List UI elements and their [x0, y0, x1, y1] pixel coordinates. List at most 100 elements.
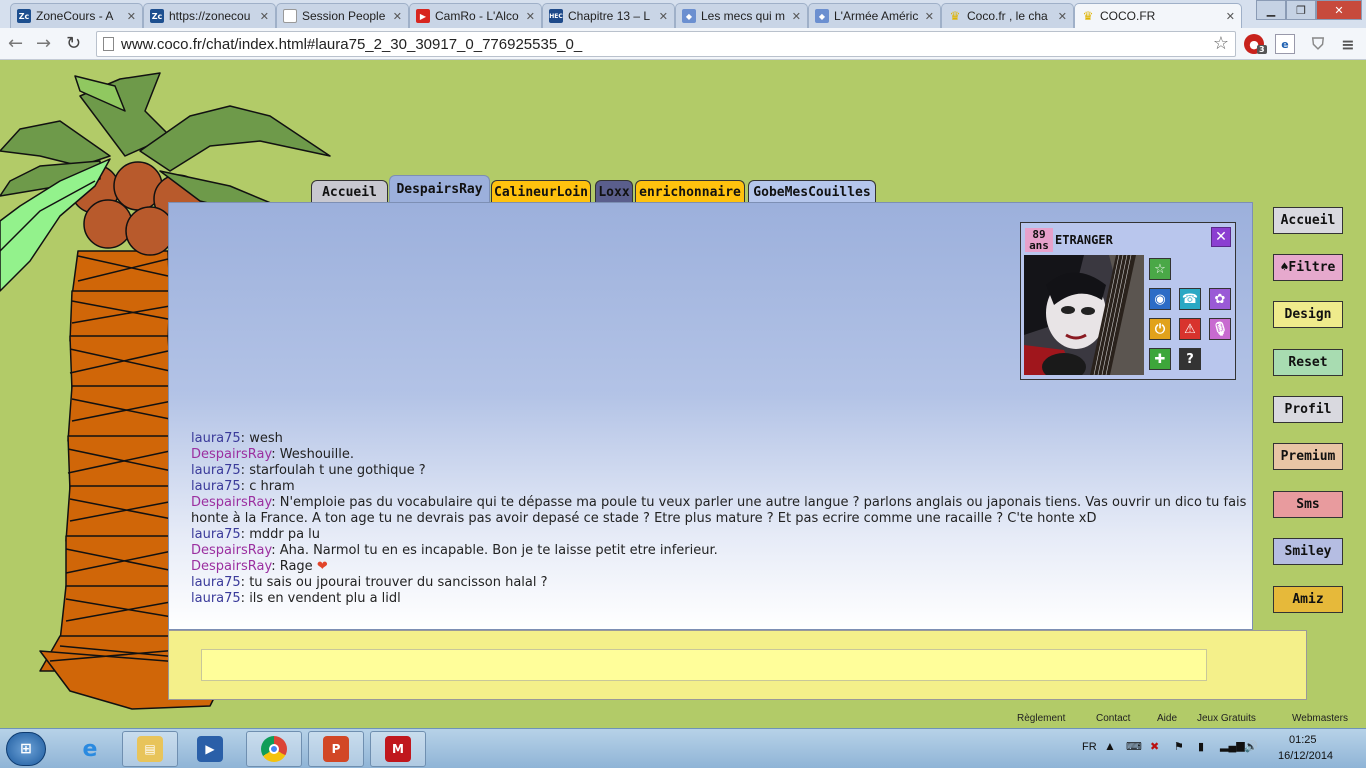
shield-extension-icon[interactable]: ⛉ — [1308, 34, 1328, 54]
profile-photo[interactable] — [1024, 255, 1144, 375]
star-icon[interactable]: ☆ — [1149, 258, 1171, 280]
start-button[interactable]: ⊞ — [6, 732, 46, 766]
sidebar-button-profil[interactable]: Profil — [1273, 396, 1343, 423]
browser-tab-active[interactable]: ♛ COCO.FR ✕ — [1074, 3, 1242, 28]
taskbar-chrome[interactable] — [246, 731, 302, 767]
url-text[interactable]: www.coco.fr/chat/index.html#laura75_2_30… — [121, 36, 582, 53]
browser-tab-title: COCO.FR — [1100, 9, 1156, 23]
message-input[interactable] — [201, 649, 1207, 681]
message-text: Aha. Narmol tu en es incapable. Bon je t… — [279, 543, 718, 558]
question-icon[interactable]: ? — [1179, 348, 1201, 370]
message-nick[interactable]: DespairsRay — [191, 447, 271, 462]
phone-icon[interactable]: ☎ — [1179, 288, 1201, 310]
close-tab-icon[interactable]: ✕ — [1058, 10, 1067, 23]
close-window-icon[interactable]: ✕ — [1316, 0, 1362, 20]
clock-date[interactable]: 16/12/2014 — [1278, 750, 1333, 762]
close-tab-icon[interactable]: ✕ — [260, 10, 269, 23]
footer-link-reglement[interactable]: Règlement — [1017, 713, 1065, 724]
message-nick[interactable]: DespairsRay — [191, 559, 271, 574]
tray-arrow-icon[interactable]: ▲ — [1104, 739, 1116, 753]
message-nick[interactable]: laura75 — [191, 479, 241, 494]
power-icon[interactable]: ⏻ — [1149, 318, 1171, 340]
footer-link-contact[interactable]: Contact — [1096, 713, 1130, 724]
footer-link-aide[interactable]: Aide — [1157, 713, 1177, 724]
close-tab-icon[interactable]: ✕ — [1226, 10, 1235, 23]
close-profile-icon[interactable]: ✕ — [1211, 227, 1231, 247]
browser-tab[interactable]: Session People ✕ — [276, 3, 409, 28]
sidebar-button-design[interactable]: Design — [1273, 301, 1343, 328]
taskbar-ie[interactable]: e — [62, 731, 118, 767]
sidebar-button-amiz[interactable]: Amiz — [1273, 586, 1343, 613]
browser-tab[interactable]: ◆ Les mecs qui m ✕ — [675, 3, 808, 28]
browser-tab[interactable]: Zc ZoneCours - A ✕ — [10, 3, 143, 28]
plus-icon[interactable]: ✚ — [1149, 348, 1171, 370]
browser-tab[interactable]: HEC Chapitre 13 – L ✕ — [542, 3, 675, 28]
volume-icon[interactable]: 🔊 — [1244, 740, 1258, 753]
message-nick[interactable]: laura75 — [191, 575, 241, 590]
translate-extension-icon[interactable]: e — [1275, 34, 1295, 54]
browser-tab-title: Coco.fr , le cha — [967, 9, 1048, 23]
minimize-icon[interactable]: ▁ — [1256, 0, 1286, 20]
maximize-icon[interactable]: ❐ — [1286, 0, 1316, 20]
chat-tab-gobemescouilles[interactable]: GobeMesCouilles — [748, 180, 876, 203]
sidebar-button-accueil[interactable]: Accueil — [1273, 207, 1343, 234]
webcam-icon[interactable]: ◉ — [1149, 288, 1171, 310]
sidebar-button-filtre[interactable]: ♠Filtre — [1273, 254, 1343, 281]
signal-icon[interactable]: ▂▄▆ — [1220, 739, 1245, 752]
close-tab-icon[interactable]: ✕ — [127, 10, 136, 23]
message-text: Weshouille. — [279, 447, 354, 462]
chat-message: DespairsRay: N'emploie pas du vocabulair… — [191, 495, 1247, 526]
message-nick[interactable]: laura75 — [191, 527, 241, 542]
taskbar-explorer[interactable]: ▤ — [122, 731, 178, 767]
message-nick[interactable]: DespairsRay — [191, 543, 271, 558]
warning-icon[interactable]: ⚠ — [1179, 318, 1201, 340]
sidebar-button-reset[interactable]: Reset — [1273, 349, 1343, 376]
sidebar-button-smiley[interactable]: Smiley — [1273, 538, 1343, 565]
chat-tab-accueil[interactable]: Accueil — [311, 180, 388, 203]
chat-tab-loxx[interactable]: Loxx — [595, 180, 633, 203]
bookmark-star-icon[interactable]: ☆ — [1213, 33, 1229, 54]
reload-icon[interactable]: ↻ — [66, 33, 81, 54]
browser-tab-title: https://zonecou — [169, 9, 251, 23]
footer-link-jeux[interactable]: Jeux Gratuits — [1197, 713, 1256, 724]
battery-icon[interactable]: ▮ — [1198, 740, 1204, 753]
action-center-icon[interactable]: ⚑ — [1174, 740, 1184, 753]
message-nick[interactable]: laura75 — [191, 463, 241, 478]
browser-tab[interactable]: ♛ Coco.fr , le cha ✕ — [941, 3, 1074, 28]
address-bar[interactable]: www.coco.fr/chat/index.html#laura75_2_30… — [96, 31, 1236, 57]
chat-tab-despairsray[interactable]: DespairsRay — [389, 175, 490, 203]
browser-tab[interactable]: ◆ L'Armée Améric ✕ — [808, 3, 941, 28]
message-input-zone — [168, 630, 1307, 700]
clock-time[interactable]: 01:25 — [1289, 734, 1317, 746]
forward-arrow-icon[interactable]: → — [36, 33, 51, 54]
taskbar-powerpoint[interactable]: P — [308, 731, 364, 767]
taskbar-mcafee[interactable]: M — [370, 731, 426, 767]
keyboard-icon[interactable]: ⌨ — [1126, 740, 1142, 753]
close-tab-icon[interactable]: ✕ — [925, 10, 934, 23]
message-text: Rage — [279, 559, 313, 574]
back-arrow-icon[interactable]: ← — [8, 33, 23, 54]
menu-icon[interactable]: ≡ — [1338, 34, 1358, 54]
message-nick[interactable]: laura75 — [191, 591, 241, 606]
browser-tab[interactable]: Zc https://zonecou ✕ — [143, 3, 276, 28]
flower-icon[interactable]: ✿ — [1209, 288, 1231, 310]
network-warning-icon[interactable]: ✖ — [1150, 740, 1159, 753]
powerpoint-icon: P — [323, 736, 349, 762]
sidebar-button-premium[interactable]: Premium — [1273, 443, 1343, 470]
sidebar-button-sms[interactable]: Sms — [1273, 491, 1343, 518]
taskbar-media[interactable]: ▶ — [182, 731, 238, 767]
close-tab-icon[interactable]: ✕ — [393, 10, 402, 23]
chat-tab-calineurloin[interactable]: CalineurLoin — [491, 180, 591, 203]
chat-tab-enrichonnaire[interactable]: enrichonnaire — [635, 180, 745, 203]
message-nick[interactable]: DespairsRay — [191, 495, 271, 510]
gamepad-favicon-icon: ◆ — [815, 9, 829, 23]
message-nick[interactable]: laura75 — [191, 431, 241, 446]
close-tab-icon[interactable]: ✕ — [526, 10, 535, 23]
footer-link-webmasters[interactable]: Webmasters — [1292, 713, 1348, 724]
microphone-icon[interactable]: 🎙 — [1209, 318, 1231, 340]
browser-tab[interactable]: ▶ CamRo - L'Alco ✕ — [409, 3, 542, 28]
close-tab-icon[interactable]: ✕ — [792, 10, 801, 23]
language-indicator[interactable]: FR — [1082, 741, 1097, 753]
close-tab-icon[interactable]: ✕ — [659, 10, 668, 23]
windows-taskbar: ⊞ e ▤ ▶ P M FR ▲ ⌨ ✖ ⚑ ▮ ▂▄▆ 🔊 01:25 16/… — [0, 728, 1366, 768]
